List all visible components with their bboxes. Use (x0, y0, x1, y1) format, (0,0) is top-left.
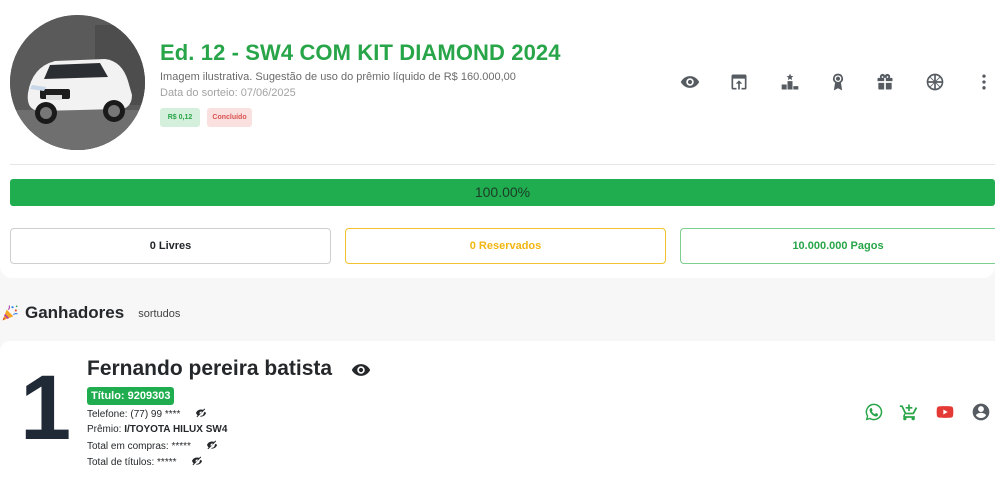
youtube-icon[interactable] (935, 402, 955, 422)
eye-icon[interactable] (678, 70, 702, 94)
cart-icon[interactable] (899, 402, 919, 422)
eye-off-icon[interactable] (191, 456, 203, 466)
reserved-count-button[interactable]: 0 Reservados (345, 228, 666, 264)
winner-total-tickets: Total de títulos: ***** (87, 457, 177, 468)
progress-bar: 100.00% (10, 179, 995, 206)
progress-label: 100.00% (474, 184, 531, 200)
eye-off-icon[interactable] (195, 408, 207, 418)
winner-phone: Telefone: (77) 99 **** (87, 409, 181, 420)
winner-name: Fernando pereira batista (87, 357, 333, 380)
eye-off-icon[interactable] (206, 440, 218, 450)
status-badge: Concluído (207, 108, 252, 127)
paid-count-button[interactable]: 10.000.000 Pagos (680, 228, 995, 264)
winner-place: 1 (20, 357, 72, 459)
gift-icon[interactable] (873, 70, 897, 94)
eye-icon[interactable] (350, 360, 372, 380)
account-icon[interactable] (971, 402, 991, 422)
party-popper-icon (2, 305, 18, 321)
winners-subtitle: sortudos (138, 308, 181, 320)
raffle-image[interactable] (10, 15, 145, 150)
draw-date: Data do sorteio: 07/06/2025 (160, 87, 296, 99)
winner-prize: I/TOYOTA HILUX SW4 (124, 424, 228, 435)
car-photo-icon (10, 15, 145, 150)
raffle-subtitle: Imagem ilustrativa. Sugestão de uso do p… (160, 71, 516, 83)
winner-prize-row: Prêmio: I/TOYOTA HILUX SW4 (87, 424, 227, 435)
winner-total-purchases: Total em compras: ***** (87, 441, 191, 452)
price-badge: R$ 0,12 (160, 108, 200, 127)
award-icon[interactable] (826, 70, 850, 94)
open-in-icon[interactable] (727, 70, 751, 94)
winners-title: Ganhadores (25, 303, 125, 322)
winner-prize-label: Prêmio: (87, 424, 122, 435)
ticket-badge: Título: 9209303 (87, 387, 175, 405)
free-count-button[interactable]: 0 Livres (10, 228, 331, 264)
wheel-icon[interactable] (923, 70, 947, 94)
raffle-title: Ed. 12 - SW4 COM KIT DIAMOND 2024 (160, 40, 561, 65)
divider (10, 164, 995, 165)
whatsapp-icon[interactable] (864, 402, 884, 422)
winner-purchases-row: Total em compras: ***** (87, 440, 218, 452)
winner-tickets-row: Total de títulos: ***** (87, 456, 203, 468)
more-vert-icon[interactable] (972, 70, 995, 94)
winner-phone-row: Telefone: (77) 99 **** (87, 408, 207, 420)
winners-header: Ganhadores sortudos (0, 302, 180, 324)
raffle-card: Ed. 12 - SW4 COM KIT DIAMOND 2024 Imagem… (0, 0, 995, 278)
podium-icon[interactable] (778, 70, 802, 94)
